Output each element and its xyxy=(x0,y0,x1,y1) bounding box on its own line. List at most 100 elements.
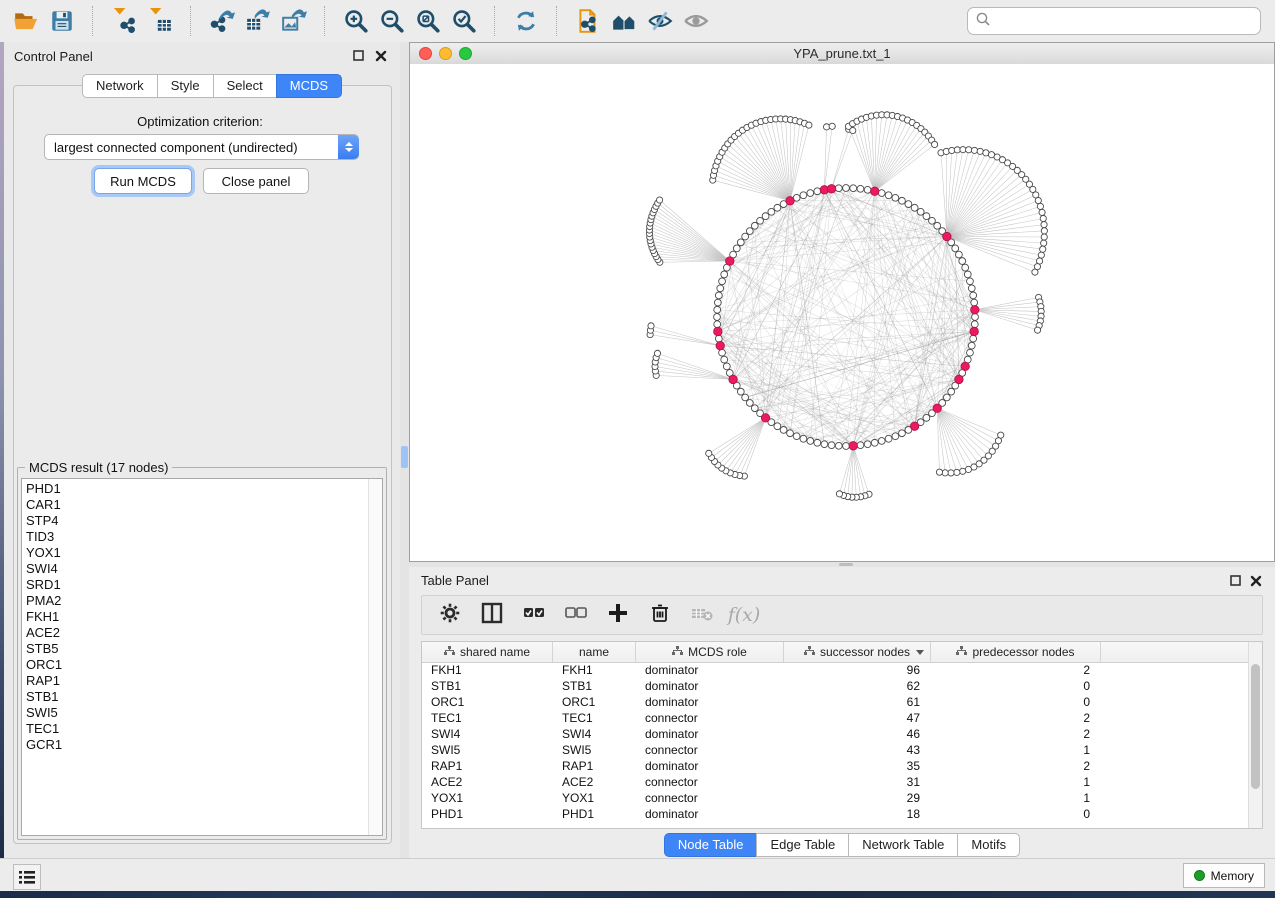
network-node[interactable] xyxy=(917,208,924,215)
table-cell[interactable]: TEC1 xyxy=(422,710,553,726)
mcds-result-list[interactable]: PHD1CAR1STP4TID3YOX1SWI4SRD1PMA2FKH1ACE2… xyxy=(21,478,383,836)
network-node[interactable] xyxy=(968,342,975,349)
network-node[interactable] xyxy=(892,194,899,201)
share-document-button[interactable] xyxy=(570,4,606,38)
mcds-result-item[interactable]: ACE2 xyxy=(26,625,382,641)
table-cell[interactable]: STB1 xyxy=(422,678,553,694)
table-cell[interactable]: connector xyxy=(636,790,784,806)
tab-mcds[interactable]: MCDS xyxy=(276,74,342,98)
network-node[interactable] xyxy=(1038,252,1044,258)
network-canvas[interactable] xyxy=(410,64,1274,561)
network-node[interactable] xyxy=(936,469,942,475)
table-scrollbar-thumb[interactable] xyxy=(1251,664,1260,789)
tab-edge-table[interactable]: Edge Table xyxy=(756,833,848,857)
table-cell[interactable]: 35 xyxy=(784,758,931,774)
network-node[interactable] xyxy=(737,388,744,395)
table-cell[interactable]: SWI5 xyxy=(553,742,636,758)
mcds-hub-node[interactable] xyxy=(827,185,835,193)
network-node[interactable] xyxy=(806,122,812,128)
table-cell[interactable] xyxy=(1101,662,1250,678)
network-node[interactable] xyxy=(971,147,977,153)
network-node[interactable] xyxy=(962,264,969,271)
mcds-hub-node[interactable] xyxy=(716,342,724,350)
delete-row-button[interactable] xyxy=(646,600,674,630)
network-node[interactable] xyxy=(960,147,966,153)
table-row[interactable]: STB1STB1dominator620 xyxy=(422,678,1250,694)
float-table-panel-icon[interactable] xyxy=(1229,574,1243,588)
mcds-hub-node[interactable] xyxy=(786,197,794,205)
export-network-button[interactable] xyxy=(204,4,240,38)
mcds-hub-node[interactable] xyxy=(961,362,969,370)
zoom-selected-button[interactable] xyxy=(446,4,482,38)
table-row[interactable]: YOX1YOX1connector291 xyxy=(422,790,1250,806)
network-node[interactable] xyxy=(715,292,722,299)
table-cell[interactable] xyxy=(1101,774,1250,790)
mcds-hub-node[interactable] xyxy=(726,257,734,265)
network-node[interactable] xyxy=(829,123,835,129)
table-cell[interactable]: 43 xyxy=(784,742,931,758)
table-cell[interactable] xyxy=(1101,694,1250,710)
network-node[interactable] xyxy=(714,299,721,306)
network-node[interactable] xyxy=(656,197,662,203)
table-cell[interactable]: ACE2 xyxy=(422,774,553,790)
network-node[interactable] xyxy=(943,394,950,401)
network-node[interactable] xyxy=(871,439,878,446)
network-node[interactable] xyxy=(800,192,807,199)
network-node[interactable] xyxy=(800,435,807,442)
network-node[interactable] xyxy=(971,299,978,306)
table-cell[interactable]: 31 xyxy=(784,774,931,790)
table-row[interactable]: ORC1ORC1dominator610 xyxy=(422,694,1250,710)
mcds-result-item[interactable]: STB5 xyxy=(26,641,382,657)
hide-selected-button[interactable] xyxy=(642,4,678,38)
table-cell[interactable]: dominator xyxy=(636,806,784,822)
export-table-button[interactable] xyxy=(240,4,276,38)
task-history-button[interactable] xyxy=(13,864,41,890)
mcds-hub-node[interactable] xyxy=(970,327,978,335)
network-node[interactable] xyxy=(787,430,794,437)
table-cell[interactable] xyxy=(1101,726,1250,742)
network-node[interactable] xyxy=(905,201,912,208)
network-window-titlebar[interactable]: YPA_prune.txt_1 xyxy=(410,43,1274,65)
tab-select[interactable]: Select xyxy=(213,74,276,98)
network-node[interactable] xyxy=(715,335,722,342)
network-node[interactable] xyxy=(751,405,758,412)
network-node[interactable] xyxy=(814,188,821,195)
table-cell[interactable]: SWI5 xyxy=(422,742,553,758)
close-panel-button[interactable]: Close panel xyxy=(203,168,309,194)
table-cell[interactable] xyxy=(1101,710,1250,726)
table-cell[interactable]: dominator xyxy=(636,758,784,774)
mcds-result-item[interactable]: SRD1 xyxy=(26,577,382,593)
network-node[interactable] xyxy=(835,442,842,449)
close-table-panel-icon[interactable] xyxy=(1249,574,1263,588)
table-cell[interactable]: dominator xyxy=(636,694,784,710)
mcds-result-item[interactable]: PHD1 xyxy=(26,481,382,497)
mcds-result-item[interactable]: FKH1 xyxy=(26,609,382,625)
table-cell[interactable]: 46 xyxy=(784,726,931,742)
run-mcds-button[interactable]: Run MCDS xyxy=(94,168,192,194)
table-cell[interactable]: SWI4 xyxy=(422,726,553,742)
network-node[interactable] xyxy=(828,442,835,449)
network-node[interactable] xyxy=(885,435,892,442)
network-node[interactable] xyxy=(719,278,726,285)
network-node[interactable] xyxy=(956,251,963,258)
table-cell[interactable] xyxy=(1101,758,1250,774)
network-node[interactable] xyxy=(942,470,948,476)
network-node[interactable] xyxy=(878,190,885,197)
network-node[interactable] xyxy=(1039,209,1045,215)
table-cell[interactable]: connector xyxy=(636,710,784,726)
network-node[interactable] xyxy=(857,185,864,192)
table-cell[interactable]: connector xyxy=(636,774,784,790)
network-node[interactable] xyxy=(977,148,983,154)
mcds-hub-node[interactable] xyxy=(849,442,857,450)
show-all-button[interactable] xyxy=(678,4,714,38)
table-cell[interactable]: dominator xyxy=(636,662,784,678)
network-node[interactable] xyxy=(948,388,955,395)
tab-node-table[interactable]: Node Table xyxy=(664,833,757,857)
table-cell[interactable]: 61 xyxy=(784,694,931,710)
apply-layout-button[interactable] xyxy=(508,4,544,38)
mcds-result-item[interactable]: GCR1 xyxy=(26,737,382,753)
network-node[interactable] xyxy=(737,239,744,246)
mcds-hub-node[interactable] xyxy=(761,414,769,422)
column-header-name[interactable]: name xyxy=(553,642,636,662)
network-node[interactable] xyxy=(714,321,721,328)
